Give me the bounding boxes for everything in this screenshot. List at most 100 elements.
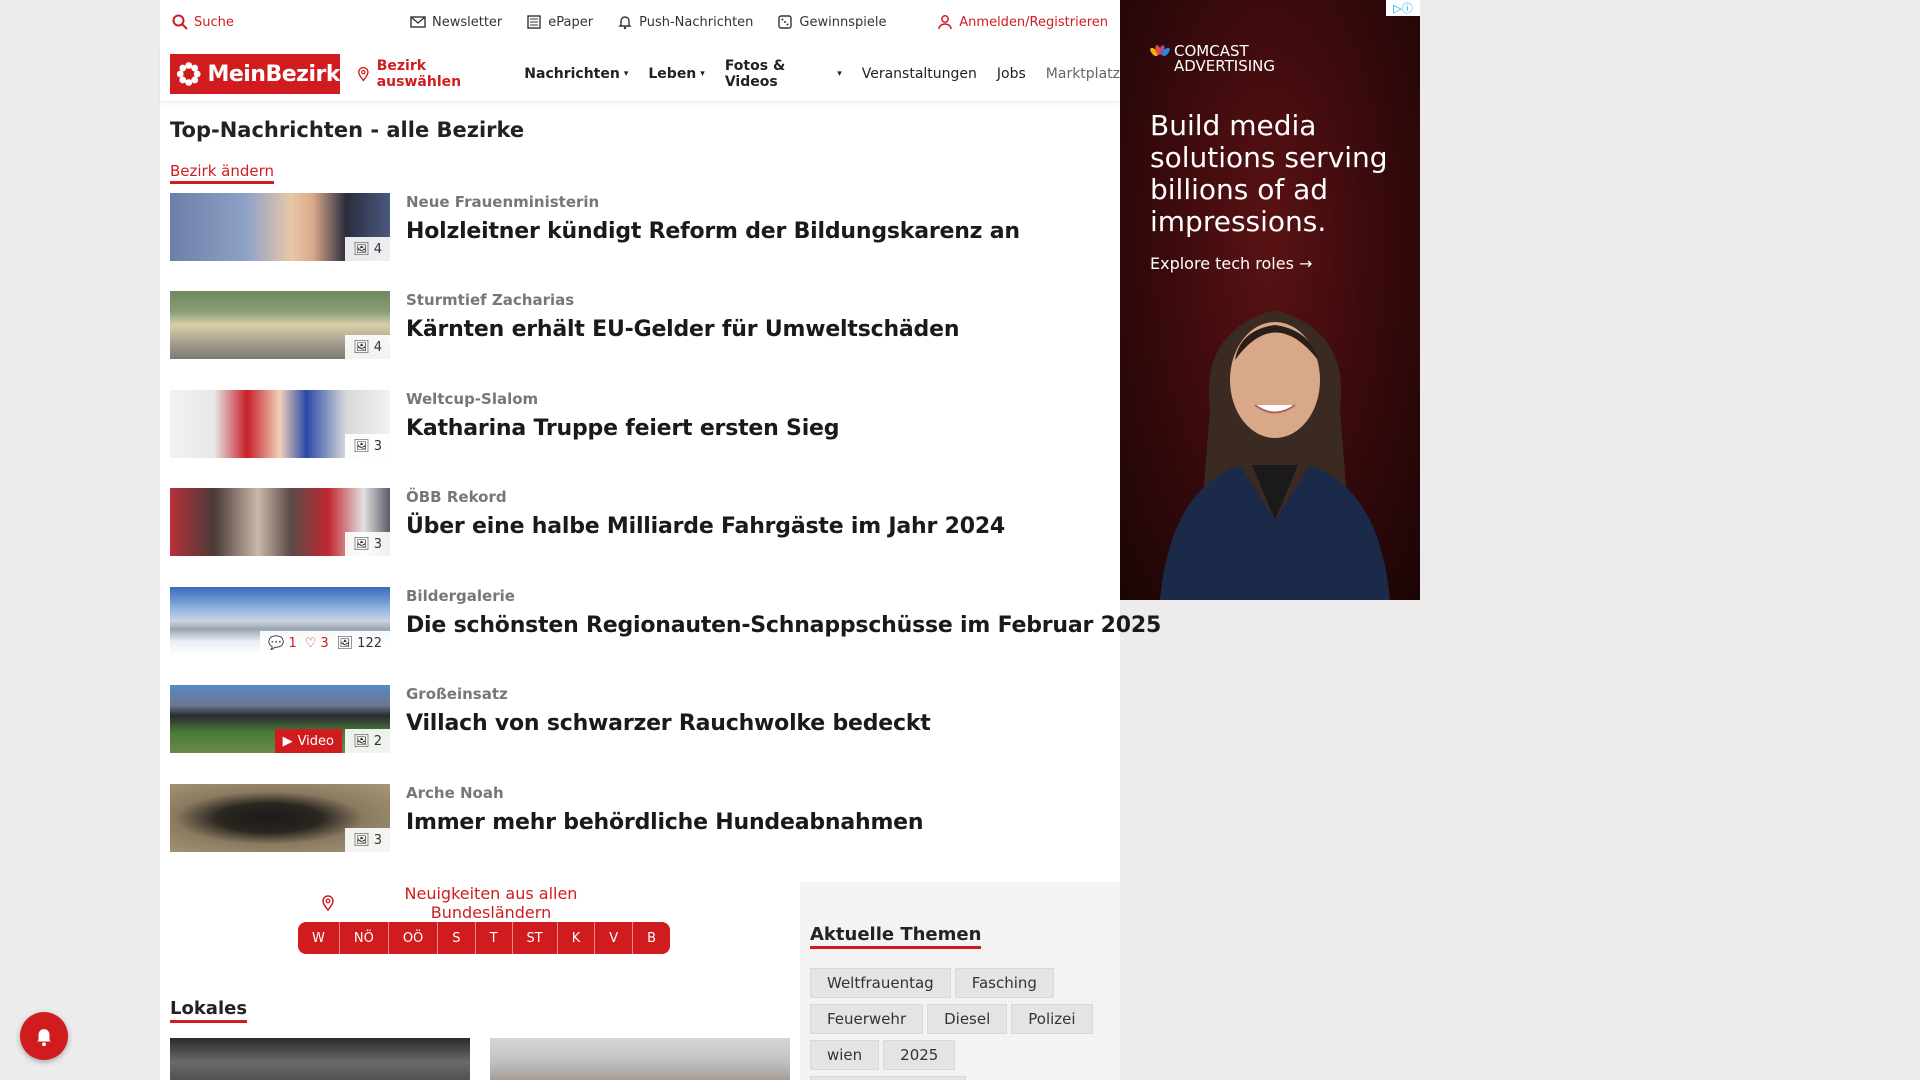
news-thumbnail[interactable]: 🖼 3: [170, 784, 390, 852]
photo-count: 122: [357, 635, 382, 651]
bell-icon: [618, 16, 632, 30]
epaper-link[interactable]: ePaper: [526, 14, 593, 30]
gallery-icon: 🖼: [336, 635, 354, 651]
stats-badge: 💬 1 ♡ 3 🖼 122: [260, 631, 390, 655]
news-headline[interactable]: Über eine halbe Milliarde Fahrgäste im J…: [406, 514, 1005, 539]
search-button[interactable]: Suche: [172, 14, 234, 30]
news-thumbnail[interactable]: 🖼 4: [170, 193, 390, 261]
state-button-st[interactable]: ST: [512, 922, 558, 954]
chevron-down-icon: ▾: [623, 69, 629, 79]
mail-icon: [410, 16, 426, 28]
comment-icon: 💬: [268, 635, 285, 651]
topic-tag[interactable]: wien: [810, 1040, 880, 1070]
news-item[interactable]: 🖼 4 Neue Frauenministerin Holzleitner kün…: [170, 193, 1110, 261]
topic-tag[interactable]: Diesel: [927, 1004, 1008, 1034]
play-icon: ▶: [282, 733, 293, 749]
news-thumbnail[interactable]: ▶ Video 🖼 2: [170, 685, 390, 753]
state-button-w[interactable]: W: [298, 922, 340, 954]
photo-count: 4: [373, 241, 382, 257]
video-label: Video: [297, 733, 334, 749]
state-button-b[interactable]: B: [633, 922, 671, 954]
news-item[interactable]: 🖼 3 ÖBB Rekord Über eine halbe Milliarde …: [170, 488, 1110, 556]
news-item[interactable]: 🖼 3 Arche Noah Immer mehr behördliche Hun…: [170, 784, 1110, 852]
gallery-icon: 🖼: [353, 339, 370, 355]
notification-bell-button[interactable]: [20, 1012, 68, 1060]
gallery-icon: 🖼: [353, 832, 370, 848]
location-pin-icon: [322, 895, 334, 911]
video-badge: ▶ Video: [274, 729, 342, 753]
change-bezirk-link[interactable]: Bezirk ändern: [170, 162, 275, 184]
state-button-s[interactable]: S: [438, 922, 476, 954]
nav-fotos-videos[interactable]: Fotos & Videos ▾: [725, 58, 842, 90]
nav-leben-label: Leben: [648, 66, 697, 82]
lokales-image[interactable]: [490, 1038, 790, 1080]
nav-nachrichten[interactable]: Nachrichten ▾: [524, 66, 628, 82]
ad-headline: Build media solutions serving billions o…: [1150, 109, 1388, 238]
photo-count-badge: 🖼 2: [345, 729, 390, 753]
photo-count-badge: 🖼 3: [345, 434, 390, 458]
location-pin-icon: [358, 66, 369, 82]
photo-count: 2: [373, 733, 382, 749]
nav-veranstaltungen[interactable]: Veranstaltungen: [862, 66, 977, 82]
states-heading-label: Neuigkeiten aus allen Bundesländern: [404, 884, 578, 922]
push-link[interactable]: Push-Nachrichten: [617, 14, 753, 30]
news-item[interactable]: ▶ Video 🖼 2 Großeinsatz Villach von schwar…: [170, 685, 1110, 753]
topic-tag[interactable]: 2025: [883, 1040, 956, 1070]
news-item[interactable]: 💬 1 ♡ 3 🖼 122 Bildergalerie Die schönsten R…: [170, 587, 1161, 655]
state-button-ooe[interactable]: OÖ: [388, 922, 439, 954]
news-kicker: Bildergalerie: [406, 587, 515, 605]
topic-tag[interactable]: Polizei: [1011, 1004, 1093, 1034]
nav-leben[interactable]: Leben ▾: [648, 66, 704, 82]
newsletter-link[interactable]: Newsletter: [410, 14, 502, 30]
newsletter-label: Newsletter: [432, 14, 503, 30]
news-headline[interactable]: Die schönsten Regionauten-Schnappschüsse…: [406, 613, 1161, 638]
news-thumbnail[interactable]: 🖼 3: [170, 488, 390, 556]
comment-count: 1: [288, 635, 297, 651]
news-item[interactable]: 🖼 4 Sturmtief Zacharias Kärnten erhält EU…: [170, 291, 1110, 359]
search-label: Suche: [194, 14, 234, 30]
state-button-t[interactable]: T: [475, 922, 513, 954]
lokales-image[interactable]: [170, 1038, 470, 1080]
states-heading[interactable]: Neuigkeiten aus allen Bundesländern: [320, 884, 640, 922]
news-thumbnail[interactable]: 🖼 3: [170, 390, 390, 458]
ad-cta-link[interactable]: Explore tech roles →: [1150, 254, 1312, 273]
news-item[interactable]: 🖼 3 Weltcup-Slalom Katharina Truppe feier…: [170, 390, 1110, 458]
news-headline[interactable]: Immer mehr behördliche Hundeabnahmen: [406, 810, 924, 835]
news-thumbnail[interactable]: 🖼 4: [170, 291, 390, 359]
user-icon: [938, 15, 953, 30]
state-button-v[interactable]: V: [595, 922, 634, 954]
topic-tag[interactable]: Feuerwehr: [810, 1004, 924, 1034]
nav-marktplatz[interactable]: Marktplatz: [1046, 66, 1120, 82]
bezirk-select[interactable]: Bezirk auswählen: [356, 58, 504, 90]
news-headline[interactable]: Holzleitner kündigt Reform der Bildungsk…: [406, 219, 1020, 244]
topic-tag[interactable]: Weltfrauentag: [810, 968, 951, 998]
nav-jobs[interactable]: Jobs: [997, 66, 1026, 82]
gewinnspiele-link[interactable]: Gewinnspiele: [777, 14, 886, 30]
nav-fotos-label: Fotos & Videos: [724, 58, 786, 90]
news-headline[interactable]: Kärnten erhält EU-Gelder für Umweltschäd…: [406, 317, 959, 342]
ad-choices-icon[interactable]: ▷ⓘ: [1386, 0, 1420, 16]
gallery-icon: 🖼: [353, 241, 370, 257]
topic-tags: Weltfrauentag Fasching Feuerwehr Diesel …: [810, 968, 1110, 1080]
peacock-icon: [1150, 45, 1170, 57]
login-label: Anmelden/Registrieren: [959, 14, 1108, 30]
topic-tag[interactable]: Fasching: [954, 968, 1054, 998]
state-button-k[interactable]: K: [557, 922, 596, 954]
news-kicker: Weltcup-Slalom: [406, 390, 539, 408]
news-thumbnail[interactable]: 💬 1 ♡ 3 🖼 122: [170, 587, 390, 655]
news-kicker: Arche Noah: [406, 784, 504, 802]
topic-tag-partial[interactable]: [810, 1076, 966, 1080]
ad-person-image: [1160, 310, 1390, 600]
state-button-noe[interactable]: NÖ: [339, 922, 389, 954]
logo-flower-icon: [176, 62, 201, 86]
gallery-icon: 🖼: [353, 438, 370, 454]
topics-title: Aktuelle Themen: [810, 924, 982, 949]
login-link[interactable]: Anmelden/Registrieren: [937, 14, 1108, 30]
site-logo[interactable]: MeinBezirk: [170, 54, 340, 94]
newspaper-icon: [527, 15, 541, 29]
news-headline[interactable]: Villach von schwarzer Rauchwolke bedeckt: [406, 711, 931, 736]
advertisement[interactable]: ▷ⓘ COMCAST ADVERTISING Build media solut…: [1120, 0, 1420, 600]
news-kicker: ÖBB Rekord: [406, 488, 507, 506]
news-headline[interactable]: Katharina Truppe feiert ersten Sieg: [406, 416, 840, 441]
gallery-icon: 🖼: [353, 536, 370, 552]
